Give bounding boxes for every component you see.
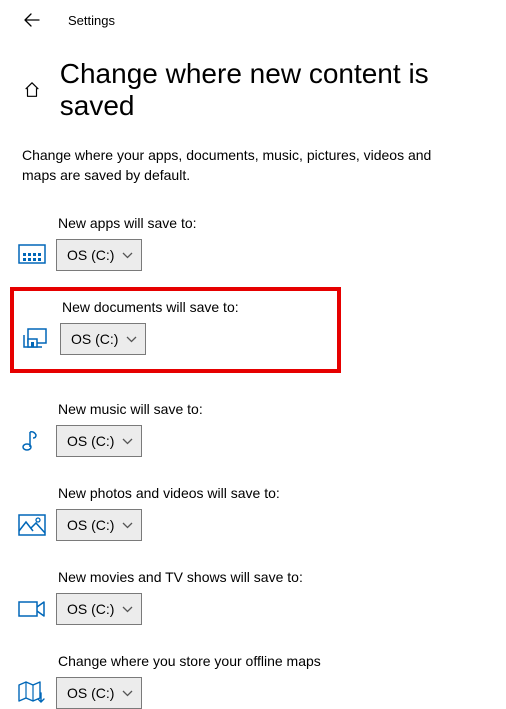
highlight-box: New documents will save to: OS (C:): [10, 287, 341, 373]
dropdown-value-movies: OS (C:): [67, 601, 114, 617]
chevron-down-icon: [122, 690, 133, 697]
section-movies: New movies and TV shows will save to: OS…: [0, 569, 506, 625]
chevron-down-icon: [122, 606, 133, 613]
maps-icon: [18, 679, 46, 707]
section-photos: New photos and videos will save to: OS (…: [0, 485, 506, 541]
label-apps: New apps will save to:: [58, 215, 506, 231]
documents-icon: [22, 325, 50, 353]
chevron-down-icon: [122, 438, 133, 445]
dropdown-value-apps: OS (C:): [67, 247, 114, 263]
heading-row: Change where new content is saved: [0, 58, 506, 122]
label-documents: New documents will save to:: [62, 299, 239, 315]
dropdown-value-documents: OS (C:): [71, 331, 118, 347]
dropdown-movies[interactable]: OS (C:): [56, 593, 142, 625]
section-music: New music will save to: OS (C:): [0, 401, 506, 457]
dropdown-maps[interactable]: OS (C:): [56, 677, 142, 709]
dropdown-photos[interactable]: OS (C:): [56, 509, 142, 541]
label-movies: New movies and TV shows will save to:: [58, 569, 506, 585]
chevron-down-icon: [122, 522, 133, 529]
page-title: Change where new content is saved: [60, 58, 506, 122]
chevron-down-icon: [126, 336, 137, 343]
dropdown-value-photos: OS (C:): [67, 517, 114, 533]
music-icon: [18, 427, 46, 455]
dropdown-value-maps: OS (C:): [67, 685, 114, 701]
label-maps: Change where you store your offline maps: [58, 653, 506, 669]
dropdown-documents[interactable]: OS (C:): [60, 323, 146, 355]
chevron-down-icon: [122, 252, 133, 259]
topbar: Settings: [0, 0, 506, 40]
back-arrow-icon[interactable]: [24, 12, 40, 28]
home-icon[interactable]: [22, 80, 42, 100]
dropdown-music[interactable]: OS (C:): [56, 425, 142, 457]
dropdown-apps[interactable]: OS (C:): [56, 239, 142, 271]
section-apps: New apps will save to: OS (C:): [0, 215, 506, 271]
dropdown-value-music: OS (C:): [67, 433, 114, 449]
apps-icon: [18, 241, 46, 269]
section-maps: Change where you store your offline maps…: [0, 653, 506, 709]
movies-icon: [18, 595, 46, 623]
photos-icon: [18, 511, 46, 539]
app-title: Settings: [68, 13, 115, 28]
label-music: New music will save to:: [58, 401, 506, 417]
section-documents: New documents will save to: OS (C:): [0, 287, 506, 373]
label-photos: New photos and videos will save to:: [58, 485, 506, 501]
page-description: Change where your apps, documents, music…: [0, 122, 460, 187]
